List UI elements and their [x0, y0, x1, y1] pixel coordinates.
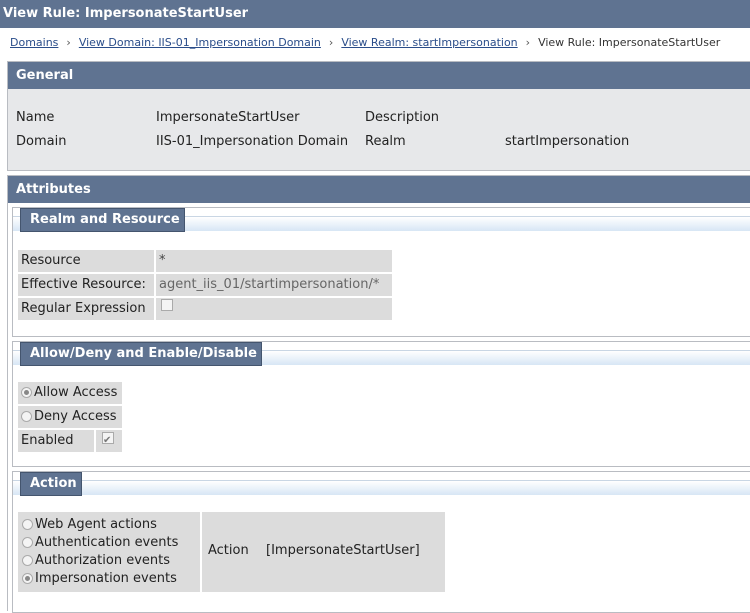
- resource-value: *: [156, 250, 392, 272]
- attributes-body: Realm and Resource Resource * Effective …: [8, 203, 750, 613]
- allow-access-radio[interactable]: [21, 387, 32, 398]
- breadcrumb-current: View Rule: ImpersonateStartUser: [538, 36, 721, 49]
- realm-label: Realm: [365, 134, 406, 149]
- action-type-options: Web Agent actions Authentication events …: [18, 512, 200, 592]
- breadcrumb-separator: ›: [328, 36, 334, 49]
- action-header: Action: [20, 472, 82, 496]
- allow-access-label: Allow Access: [34, 385, 118, 400]
- enabled-cell: [96, 430, 122, 452]
- action-option-authentication[interactable]: Authentication events: [22, 535, 178, 550]
- allow-access-option[interactable]: Allow Access: [18, 382, 122, 404]
- authorization-events-label: Authorization events: [35, 553, 171, 568]
- regular-expression-label: Regular Expression: [18, 298, 154, 320]
- effective-resource-value: agent_iis_01/startimpersonation/*: [156, 274, 392, 296]
- breadcrumb-separator: ›: [66, 36, 71, 49]
- authorization-events-radio[interactable]: [22, 555, 33, 566]
- effective-resource-label: Effective Resource:: [18, 274, 154, 296]
- resource-label: Resource: [18, 250, 154, 272]
- action-option-impersonation[interactable]: Impersonation events: [22, 571, 177, 586]
- authentication-events-radio[interactable]: [22, 537, 33, 548]
- action-group: Action Web Agent actions Authentication …: [12, 471, 750, 613]
- web-agent-actions-radio[interactable]: [22, 519, 33, 530]
- breadcrumb-view-realm-link[interactable]: View Realm: startImpersonation: [341, 36, 517, 49]
- authentication-events-label: Authentication events: [35, 535, 179, 550]
- deny-access-radio[interactable]: [21, 411, 32, 422]
- realm-resource-header: Realm and Resource: [20, 208, 185, 232]
- domain-value: IIS-01_Impersonation Domain: [156, 134, 349, 149]
- regular-expression-checkbox[interactable]: [161, 298, 173, 311]
- window-title: View Rule: ImpersonateStartUser: [0, 0, 750, 28]
- attributes-header: Attributes: [8, 176, 750, 203]
- allow-deny-header: Allow/Deny and Enable/Disable: [20, 342, 262, 366]
- description-label: Description: [365, 110, 440, 125]
- realm-value: startImpersonation: [505, 134, 630, 149]
- group-stripe: [13, 480, 750, 495]
- web-agent-actions-label: Web Agent actions: [35, 517, 157, 532]
- action-detail-box: Action [ImpersonateStartUser]: [202, 512, 445, 592]
- attributes-section: Attributes Realm and Resource Resource *…: [7, 175, 750, 613]
- enabled-label: Enabled: [18, 430, 94, 452]
- deny-access-option[interactable]: Deny Access: [18, 406, 122, 428]
- action-option-web-agent[interactable]: Web Agent actions: [22, 517, 157, 532]
- breadcrumb-view-domain-link[interactable]: View Domain: IIS-01_Impersonation Domain: [79, 36, 321, 49]
- deny-access-label: Deny Access: [34, 409, 117, 424]
- general-section: General Name ImpersonateStartUser Descri…: [7, 61, 750, 171]
- breadcrumb-separator: ›: [525, 36, 531, 49]
- name-label: Name: [16, 110, 55, 125]
- breadcrumb: Domains › View Domain: IIS-01_Impersonatio…: [10, 36, 720, 49]
- action-value: [ImpersonateStartUser]: [266, 543, 420, 558]
- name-value: ImpersonateStartUser: [156, 110, 300, 125]
- impersonation-events-label: Impersonation events: [35, 571, 177, 586]
- regular-expression-cell: [156, 298, 392, 320]
- breadcrumb-domains-link[interactable]: Domains: [10, 36, 58, 49]
- realm-resource-group: Realm and Resource Resource * Effective …: [12, 207, 750, 337]
- allow-deny-group: Allow/Deny and Enable/Disable Allow Acce…: [12, 341, 750, 467]
- impersonation-events-radio[interactable]: [22, 573, 33, 584]
- action-label: Action: [208, 543, 249, 558]
- general-header: General: [8, 62, 750, 89]
- enabled-checkbox[interactable]: [102, 430, 114, 451]
- action-option-authorization[interactable]: Authorization events: [22, 553, 170, 568]
- domain-label: Domain: [16, 134, 67, 149]
